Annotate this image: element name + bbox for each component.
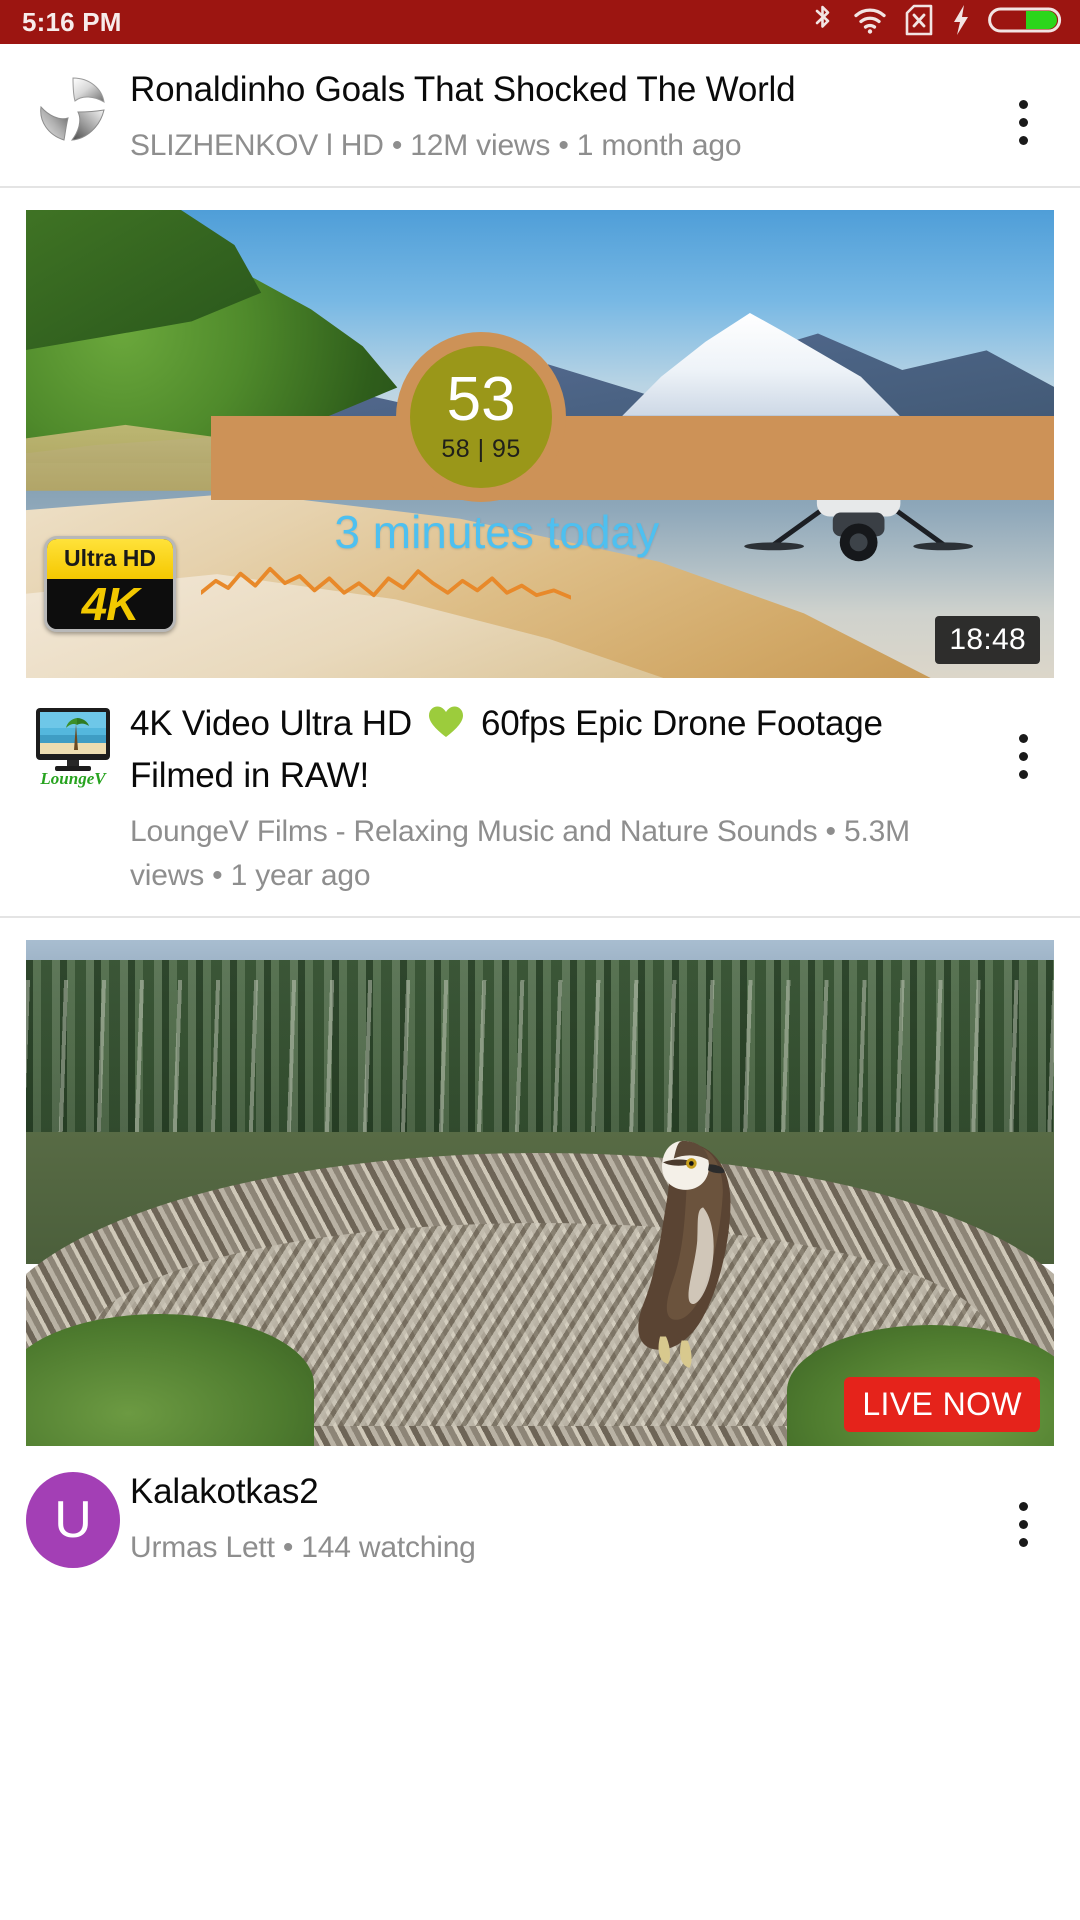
wifi-icon [853, 4, 887, 41]
feed-item-4k-drone[interactable]: 53 58 | 95 3 minutes today Ultra HD 4K 1… [0, 210, 1080, 916]
usage-sparkline [200, 566, 571, 600]
feed-item-kalakotkas2[interactable]: LIVE NOW U Kalakotkas2 Urmas Lett • 144 … [0, 940, 1080, 1588]
channel-avatar-slizhenkov[interactable] [26, 66, 120, 148]
usage-overlay-circle: 53 58 | 95 [396, 331, 567, 502]
feed-item-ronaldinho[interactable]: Ronaldinho Goals That Shocked The World … [0, 44, 1080, 186]
no-sim-icon [904, 4, 934, 41]
video-meta: SLIZHENKOV l HD • 12M views • 1 month ag… [130, 129, 742, 162]
video-meta: LoungeV Films - Relaxing Music and Natur… [130, 815, 910, 892]
video-info-row[interactable]: LoungeV 4K Video Ultra HD 60fps Epic Dro… [0, 678, 1080, 916]
green-heart-icon [428, 704, 464, 752]
more-options-button[interactable] [992, 1468, 1054, 1547]
live-now-badge: LIVE NOW [844, 1377, 1040, 1432]
battery-icon [988, 4, 1062, 41]
status-bar: 5:16 PM [0, 0, 1080, 44]
channel-avatar-kalakotkas2[interactable]: U [26, 1468, 120, 1568]
ultra-hd-4k-badge: Ultra HD 4K [44, 536, 176, 632]
video-thumbnail-4k-drone[interactable]: 53 58 | 95 3 minutes today Ultra HD 4K 1… [26, 210, 1054, 678]
video-info: 4K Video Ultra HD 60fps Epic Drone Foota… [120, 700, 992, 898]
video-meta: Urmas Lett • 144 watching [130, 1531, 476, 1564]
badge-bottom-label: 4K [47, 578, 173, 629]
divider [0, 916, 1080, 918]
channel-avatar-loungev[interactable]: LoungeV [26, 700, 120, 788]
video-feed: Ronaldinho Goals That Shocked The World … [0, 44, 1080, 1588]
thumbnail-image-osprey-nest [26, 940, 1054, 1446]
svg-text:LoungeV: LoungeV [39, 769, 107, 788]
charging-bolt-icon [951, 4, 971, 41]
video-thumbnail-kalakotkas2[interactable]: LIVE NOW [26, 940, 1054, 1446]
video-info: Ronaldinho Goals That Shocked The World … [120, 66, 992, 168]
video-info: Kalakotkas2 Urmas Lett • 144 watching [120, 1468, 992, 1570]
status-clock: 5:16 PM [22, 6, 122, 37]
video-title: 4K Video Ultra HD 60fps Epic Drone Foota… [130, 700, 982, 800]
more-options-button[interactable] [992, 66, 1054, 145]
more-options-button[interactable] [992, 700, 1054, 779]
video-info-row[interactable]: U Kalakotkas2 Urmas Lett • 144 watching [0, 1446, 1080, 1588]
divider [0, 186, 1080, 188]
usage-score-value: 53 [446, 365, 516, 435]
bluetooth-icon [810, 4, 836, 41]
status-icon-group [810, 4, 1062, 41]
usage-score-disc: 53 58 | 95 [410, 345, 553, 488]
slizhenkov-pinwheel-avatar [34, 70, 112, 148]
video-title: Ronaldinho Goals That Shocked The World [130, 70, 796, 109]
video-title-pre: 4K Video Ultra HD [130, 704, 412, 743]
usage-overlay-bar [211, 415, 1054, 500]
video-duration-badge: 18:48 [935, 616, 1040, 664]
usage-score-range: 58 | 95 [441, 435, 521, 464]
badge-top-label: Ultra HD [47, 539, 173, 579]
loungev-tv-avatar: LoungeV [31, 704, 115, 788]
video-title: Kalakotkas2 [130, 1472, 319, 1511]
kalakotkas-letter-avatar: U [26, 1472, 120, 1568]
osprey-illustration [638, 1140, 731, 1368]
